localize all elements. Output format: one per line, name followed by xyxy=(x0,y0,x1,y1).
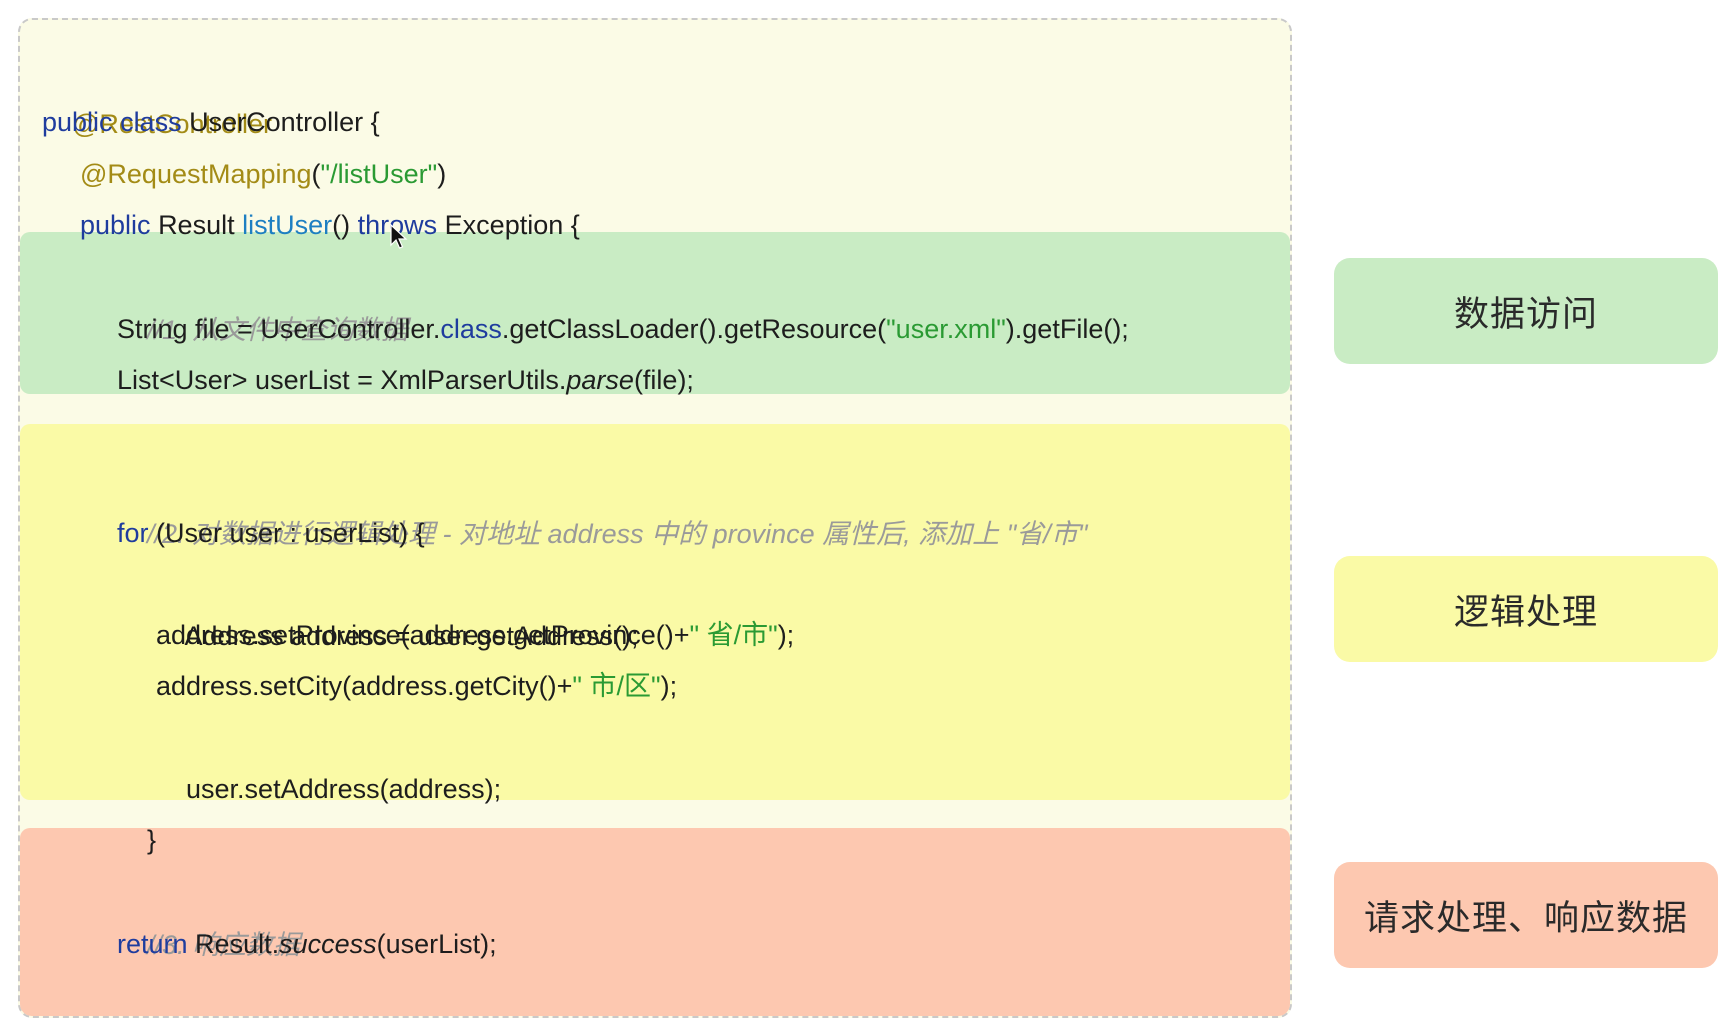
method-parens: () xyxy=(332,210,351,240)
code-text: List<User> userList = XmlParserUtils. xyxy=(117,365,567,395)
code-line-set-city: address.setCity(address.getCity()+" 市/区"… xyxy=(156,660,677,712)
static-method-success: success xyxy=(279,929,377,959)
mapping-close-paren: ) xyxy=(437,159,447,189)
code-text: String file = UserController. xyxy=(117,314,441,344)
string-literal: "user.xml" xyxy=(886,314,1006,344)
code-panel: @RestController public class UserControl… xyxy=(18,18,1292,1018)
code-text: (userList); xyxy=(376,929,497,959)
string-literal: " 省/市" xyxy=(689,620,778,650)
code-line-annotation-rest: @RestController xyxy=(42,46,272,139)
keyword-class: class xyxy=(120,107,182,137)
exception-type: Exception { xyxy=(444,210,580,240)
static-method-parse: parse xyxy=(566,365,634,395)
return-type: Result xyxy=(158,210,235,240)
class-name: UserController { xyxy=(189,107,380,137)
keyword-public: public xyxy=(80,210,151,240)
logic-processing-label: 逻辑处理 xyxy=(1334,556,1718,662)
code-comment-section-1: //1. 从文件中查询数据 xyxy=(117,252,408,345)
code-comment-section-2: //2. 对数据进行逻辑处理 - 对地址 address 中的 province… xyxy=(117,456,1087,549)
keyword-return: return xyxy=(117,929,188,959)
closing-brace: } xyxy=(147,825,157,855)
code-text: ); xyxy=(777,620,795,650)
code-comment-section-3: //3. 响应数据 xyxy=(117,867,300,960)
code-text: Result. xyxy=(187,929,280,959)
code-text: ); xyxy=(660,671,678,701)
data-access-label: 数据访问 xyxy=(1334,258,1718,364)
code-text: address.setProvince(address.getProvince(… xyxy=(156,620,690,650)
request-response-label: 请求处理、响应数据 xyxy=(1334,862,1718,968)
mouse-pointer-icon xyxy=(390,224,408,249)
mapping-open-paren: ( xyxy=(311,159,321,189)
code-text: ).getFile(); xyxy=(1005,314,1129,344)
code-text: (file); xyxy=(633,365,694,395)
code-text: address.setCity(address.getCity()+ xyxy=(156,671,573,701)
keyword-class: class xyxy=(440,314,502,344)
code-line-close-for: } xyxy=(117,762,156,855)
code-line-set-address: user.setAddress(address); xyxy=(156,711,501,804)
code-text: (User user : userList) { xyxy=(148,518,425,548)
code-line-close-method: } xyxy=(80,967,119,1016)
code-line-return: return Result.success(userList); xyxy=(117,918,497,970)
method-name: listUser xyxy=(242,210,333,240)
code-line-parse-list: List<User> userList = XmlParserUtils.par… xyxy=(117,354,694,406)
code-text: .getClassLoader().getResource( xyxy=(501,314,887,344)
code-text: user.setAddress(address); xyxy=(186,774,502,804)
code-line-for-loop: for (User user : userList) { xyxy=(117,507,425,559)
string-literal: " 市/区" xyxy=(572,671,661,701)
annotation-request-mapping: @RequestMapping xyxy=(80,159,312,189)
keyword-for: for xyxy=(117,518,149,548)
code-line-set-province: address.setProvince(address.getProvince(… xyxy=(156,609,794,661)
mapping-path-string: "/listUser" xyxy=(320,159,438,189)
code-line-request-mapping: @RequestMapping("/listUser") xyxy=(80,148,446,200)
keyword-public: public xyxy=(42,107,113,137)
code-line-class-declaration: public class UserController { xyxy=(42,96,380,148)
code-line-get-file: String file = UserController.class.getCl… xyxy=(117,303,1129,355)
code-line-get-address: Address address = user.getAddress(); xyxy=(156,558,639,651)
code-line-method-signature: public Result listUser() throws Exceptio… xyxy=(80,199,580,251)
